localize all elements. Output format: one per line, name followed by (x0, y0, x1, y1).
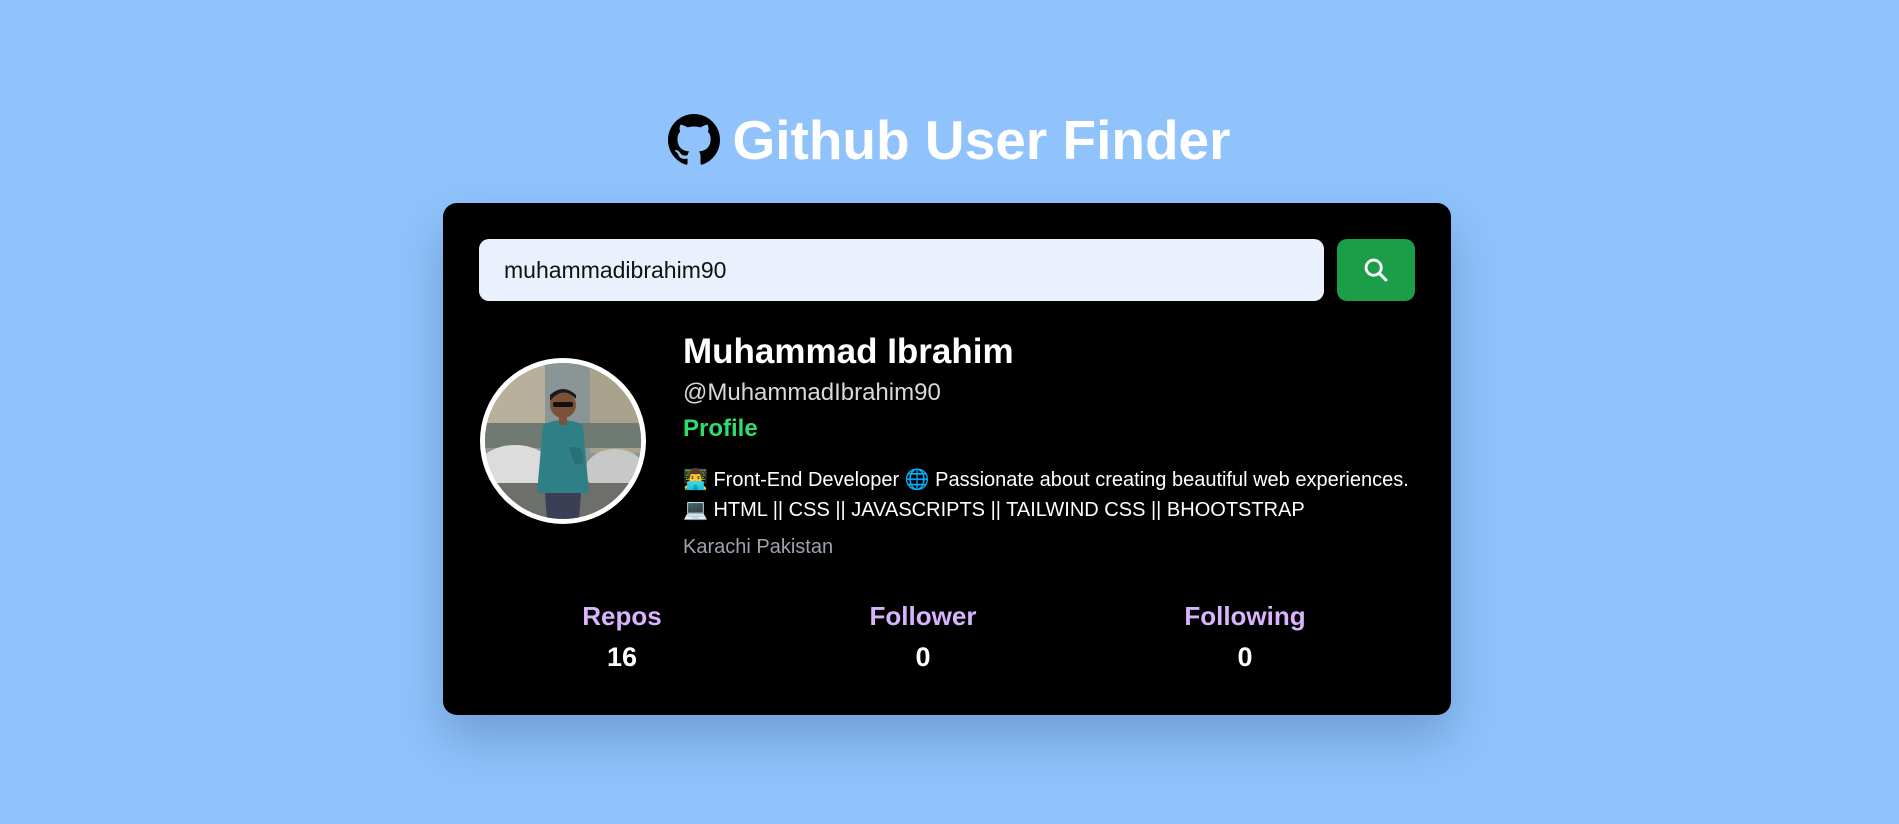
search-icon (1364, 258, 1388, 282)
stat-followers-value: 0 (915, 642, 931, 672)
app-header: Github User Finder (0, 106, 1899, 174)
avatar (480, 358, 646, 524)
stat-following-value: 0 (1237, 642, 1253, 672)
github-icon (668, 114, 721, 165)
stat-repos-label: Repos (582, 601, 662, 631)
user-location: Karachi Pakistan (683, 536, 834, 558)
stat-following-label: Following (1184, 601, 1306, 631)
stat-followers: Follower 0 (823, 599, 1023, 675)
profile-link[interactable]: Profile (683, 414, 758, 444)
user-card: Muhammad Ibrahim @MuhammadIbrahim90 Prof… (443, 203, 1451, 715)
stat-followers-label: Follower (869, 601, 977, 631)
stat-repos: Repos 16 (522, 599, 722, 675)
page-title: Github User Finder (732, 109, 1231, 171)
avatar-photo (485, 363, 641, 519)
user-name: Muhammad Ibrahim (683, 332, 1014, 371)
search-button[interactable] (1337, 239, 1415, 301)
search-input[interactable] (479, 239, 1324, 301)
stat-repos-value: 16 (606, 642, 638, 672)
user-bio: 👨‍💻 Front-End Developer 🌐 Passionate abo… (683, 469, 1409, 521)
user-handle: @MuhammadIbrahim90 (683, 379, 941, 406)
stat-following: Following 0 (1145, 599, 1345, 675)
